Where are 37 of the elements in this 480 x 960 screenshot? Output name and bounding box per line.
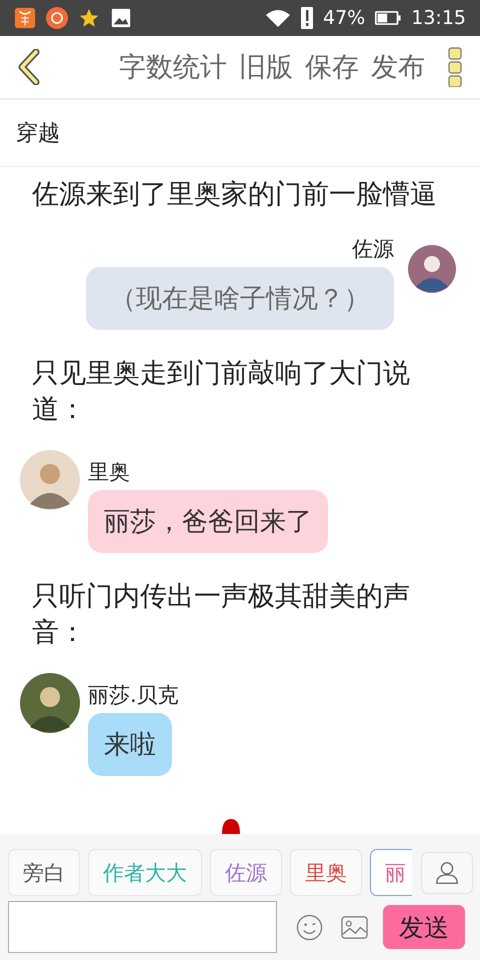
role-tab[interactable]: 丽	[370, 849, 412, 896]
chat-bubble: 丽莎，爸爸回来了	[88, 490, 328, 553]
battery-percentage: 47%	[323, 7, 366, 29]
emoji-icon[interactable]	[296, 914, 323, 940]
narration-text: 只见里奥走到门前敲响了大门说道：	[31, 357, 411, 427]
battery-icon	[375, 8, 402, 28]
chat-bubble: 来啦	[88, 713, 172, 776]
toolbar-action[interactable]: 字数统计	[114, 49, 232, 85]
image-icon	[110, 7, 132, 29]
shopping-bag-icon	[14, 7, 36, 29]
toolbar-action[interactable]: 旧版	[234, 49, 298, 85]
alert-icon	[301, 7, 313, 29]
role-tab[interactable]: 旁白	[8, 849, 80, 896]
narration-text: 只听门内传出一声极其甜美的声音：	[31, 580, 411, 650]
speaker-name: 丽莎.贝克	[88, 682, 179, 709]
role-tab[interactable]: 佐源	[210, 849, 282, 896]
person-button[interactable]	[421, 852, 473, 894]
message-input[interactable]	[8, 901, 277, 953]
avatar	[20, 450, 80, 510]
toolbar-action[interactable]: 发布	[366, 49, 430, 85]
speaker-name: 里奥	[88, 459, 130, 486]
clock-time: 13:15	[411, 7, 466, 29]
chapter-title: 穿越	[16, 120, 60, 148]
toolbar-action[interactable]: 保存	[300, 49, 364, 85]
avatar	[408, 245, 456, 293]
avatar	[20, 673, 80, 733]
drop-marker-icon	[221, 818, 241, 834]
star-icon	[78, 7, 100, 29]
image-icon[interactable]	[341, 914, 368, 940]
send-button[interactable]: 发送	[383, 905, 465, 949]
role-tab[interactable]: 里奥	[290, 849, 362, 896]
sync-icon	[46, 7, 68, 29]
chat-bubble: （现在是啥子情况？）	[86, 267, 394, 330]
wifi-icon	[265, 8, 291, 28]
speaker-name: 佐源	[352, 236, 394, 263]
narration-text: 佐源来到了里奥家的门前一脸懵逼	[31, 178, 438, 212]
person-icon	[434, 860, 460, 886]
